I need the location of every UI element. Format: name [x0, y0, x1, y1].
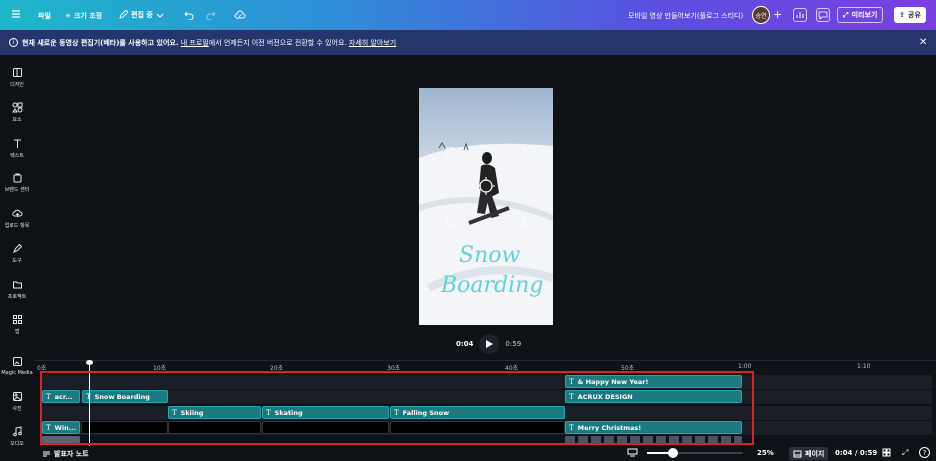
pages-label: 페이지	[805, 449, 825, 458]
banner-text-b: 에서 언제든지 이전 버전으로 전환할 수 있어요.	[208, 39, 347, 47]
sidebar-label: 프로젝트	[7, 294, 27, 300]
notes-icon	[43, 451, 50, 457]
sidebar-label: 브랜드 센터	[4, 187, 30, 193]
video-title-line1: Snow	[459, 243, 521, 268]
help-icon[interactable]: ?	[919, 447, 930, 458]
zoom-slider[interactable]	[647, 448, 743, 458]
ruler-tick: 1:00	[738, 363, 752, 370]
bottom-bar: 발표자 노트 25% 페이지 0:04 / 0:59 ⤢ ?	[0, 446, 936, 461]
edit-mode-label: 편집 중	[131, 11, 153, 19]
player-controls: 0:04 0:59	[456, 334, 521, 354]
sidebar-item-audio[interactable]: 오디오	[0, 426, 34, 447]
ruler-tick: 1:10	[857, 363, 871, 370]
add-collaborator-icon[interactable]: +	[773, 8, 782, 21]
preview-label: 미리보기	[851, 11, 878, 19]
undo-icon[interactable]	[184, 10, 194, 22]
highlight-box	[40, 371, 754, 445]
sidebar-label: 도구	[12, 258, 22, 264]
share-upload-icon: ⇪	[899, 11, 905, 19]
sidebar-item-elements[interactable]: 요소	[0, 102, 34, 123]
redo-icon[interactable]	[206, 10, 216, 22]
pages-icon	[793, 450, 802, 457]
sidebar-label: 요소	[12, 117, 22, 123]
chevron-down-icon	[156, 13, 164, 18]
learn-more-link[interactable]: 자세히 알아보기	[349, 39, 396, 47]
banner-message: 현재 새로운 동영상 편집기(베타)를 사용하고 있어요. 내 프로필에서 언제…	[22, 38, 396, 48]
play-button[interactable]	[479, 334, 500, 354]
video-frame[interactable]: Snow Boarding	[419, 88, 553, 325]
resize-label: 크기 조정	[73, 12, 103, 20]
video-title-line2: Boarding	[441, 273, 544, 298]
banner-text-a: 현재 새로운 동영상 편집기(베타)를 사용하고 있어요.	[22, 39, 179, 47]
pencil-icon	[119, 10, 128, 19]
brand-icon	[13, 173, 21, 183]
zoom-value[interactable]: 25%	[757, 449, 774, 457]
info-banner: i 현재 새로운 동영상 편집기(베타)를 사용하고 있어요. 내 프로필에서 …	[0, 30, 936, 55]
sidebar-item-tools[interactable]: 도구	[0, 243, 34, 264]
total-time: 0:59	[505, 340, 522, 348]
fullscreen-icon[interactable]: ⤢	[902, 448, 908, 458]
sidebar-label: 앱	[14, 329, 20, 335]
time-display: 0:04 / 0:59	[835, 449, 878, 457]
audio-icon	[12, 426, 22, 437]
apps-icon	[12, 315, 22, 324]
photo-icon	[12, 392, 22, 401]
play-icon	[486, 340, 494, 348]
top-bar: 파일 ✳ 크기 조정 편집 중 모바일 영상 만들어보기(플로그 스티디) 송연…	[0, 0, 936, 30]
hamburger-icon[interactable]	[11, 9, 21, 19]
sidebar-item-text[interactable]: 텍스트	[0, 138, 34, 159]
sidebar-label: Magic Media	[1, 370, 33, 376]
current-time: 0:04	[456, 340, 474, 348]
notes-button[interactable]: 발표자 노트	[42, 449, 89, 459]
preview-button[interactable]: ⤢ 미리보기	[837, 7, 884, 23]
zoom-slider-thumb[interactable]	[668, 448, 678, 458]
sidebar-item-design[interactable]: 디자인	[0, 67, 34, 88]
sidebar: 디자인 요소 텍스트 브랜드 센터 업로드 항목 도구 프로젝트 앱 Magic…	[0, 55, 34, 461]
info-icon: i	[9, 38, 18, 47]
sidebar-item-photos[interactable]: 사진	[0, 391, 34, 412]
expand-icon: ⤢	[843, 10, 849, 19]
project-title[interactable]: 모바일 영상 만들어보기(플로그 스티디)	[628, 11, 743, 21]
draw-tool-icon	[12, 243, 22, 253]
profile-link[interactable]: 내 프로필	[181, 39, 209, 47]
sidebar-label: 텍스트	[10, 153, 24, 159]
monitor-icon[interactable]	[627, 448, 638, 459]
comment-icon[interactable]	[816, 8, 830, 22]
sidebar-label: 디자인	[10, 82, 24, 88]
avatar[interactable]: 송연	[752, 6, 770, 24]
sparkle-icon: ✳	[65, 12, 71, 20]
resize-button[interactable]: ✳ 크기 조정	[65, 11, 102, 21]
sidebar-item-projects[interactable]: 프로젝트	[0, 279, 34, 300]
sidebar-item-apps[interactable]: 앱	[0, 314, 34, 335]
share-button[interactable]: ⇪ 공유	[894, 7, 926, 23]
analytics-icon[interactable]	[793, 8, 807, 22]
edit-mode-dropdown[interactable]: 편집 중	[118, 10, 164, 20]
text-icon	[13, 139, 21, 148]
pages-button[interactable]: 페이지	[789, 447, 829, 460]
notes-label: 발표자 노트	[54, 450, 89, 458]
file-menu[interactable]: 파일	[38, 11, 51, 21]
close-icon[interactable]: ✕	[919, 37, 927, 48]
folder-icon	[12, 281, 22, 289]
share-label: 공유	[907, 11, 921, 19]
sidebar-label: 업로드 항목	[4, 223, 30, 229]
sidebar-label: 사진	[12, 406, 22, 412]
cloud-saved-icon[interactable]	[234, 10, 246, 22]
sidebar-item-uploads[interactable]: 업로드 항목	[0, 208, 34, 229]
grid-view-icon[interactable]	[882, 448, 891, 459]
sidebar-item-magic-media[interactable]: Magic Media	[0, 356, 34, 376]
sidebar-item-brand[interactable]: 브랜드 센터	[0, 172, 34, 193]
upload-cloud-icon	[11, 209, 22, 217]
layout-icon	[12, 68, 22, 77]
elements-icon	[11, 102, 22, 113]
magic-media-icon	[12, 357, 22, 366]
